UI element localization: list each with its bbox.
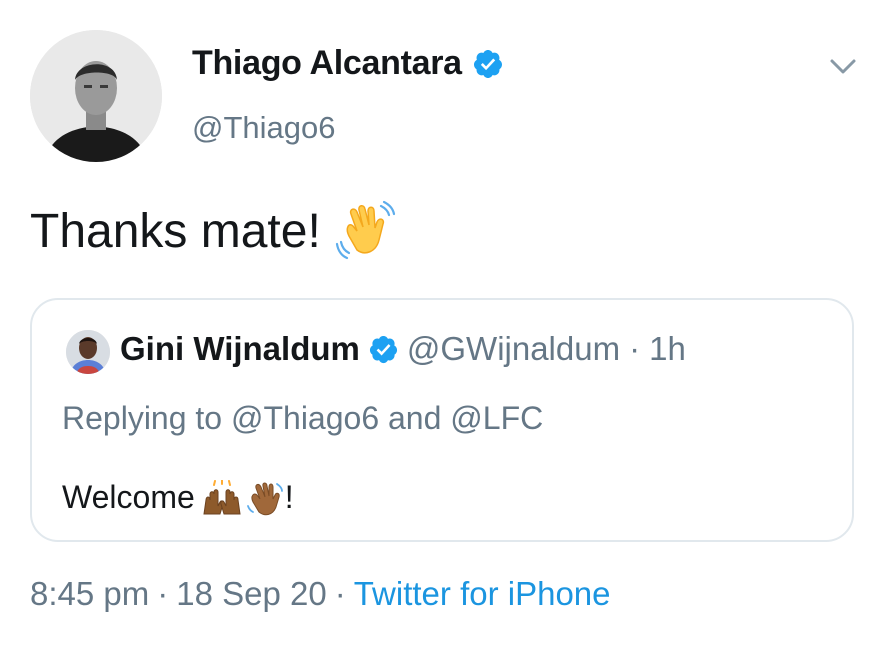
quoted-tweet-card[interactable]: Gini Wijnaldum @GWijnaldum · 1h Replying… — [30, 298, 854, 542]
separator-dot: · — [629, 330, 641, 367]
tweet-meta: 8:45 pm · 18 Sep 20 · Twitter for iPhone — [30, 575, 611, 613]
reply-mention-lfc[interactable]: @LFC — [450, 400, 543, 436]
verified-badge-icon — [473, 49, 502, 78]
replying-to-label: Replying to — [62, 400, 223, 436]
replying-to-line: Replying to @Thiago6 and @LFC — [62, 400, 543, 437]
verified-badge-icon — [369, 335, 397, 363]
quote-text: Welcome — [62, 479, 195, 515]
raised-hands-emoji-icon — [203, 479, 241, 514]
tweet-date[interactable]: 18 Sep 20 — [176, 575, 326, 612]
author-avatar-image — [30, 30, 162, 162]
tweet-text-row: Thanks mate! — [30, 200, 397, 262]
quote-text-row: Welcome ! — [62, 479, 294, 516]
author-name[interactable]: Thiago Alcantara — [192, 44, 462, 83]
quote-timestamp[interactable]: 1h — [649, 330, 686, 368]
reply-and-label: and — [388, 400, 442, 436]
tweet-time[interactable]: 8:45 pm — [30, 575, 149, 612]
quote-header: Gini Wijnaldum @GWijnaldum · 1h — [120, 330, 686, 368]
author-handle[interactable]: @Thiago6 — [192, 110, 336, 146]
quote-author-avatar[interactable] — [66, 330, 110, 374]
tweet-detail: Thiago Alcantara @Thiago6 Thanks mate! G… — [0, 0, 871, 646]
author-name-row[interactable]: Thiago Alcantara — [192, 44, 504, 83]
quote-author-handle[interactable]: @GWijnaldum — [407, 330, 620, 368]
quote-author-avatar-image — [66, 330, 110, 374]
tweet-source-link[interactable]: Twitter for iPhone — [354, 575, 611, 612]
tweet-text: Thanks mate! — [30, 204, 321, 258]
waving-hand-dark-emoji-icon — [246, 482, 283, 515]
separator-dot: · — [334, 575, 346, 612]
separator-dot: · — [157, 575, 169, 612]
author-avatar[interactable] — [30, 30, 162, 162]
quote-author-name[interactable]: Gini Wijnaldum — [120, 330, 360, 368]
reply-mention-thiago[interactable]: @Thiago6 — [231, 400, 379, 436]
quote-text-suffix: ! — [284, 479, 294, 515]
chevron-down-icon[interactable] — [826, 52, 860, 82]
waving-hand-emoji-icon — [335, 200, 395, 260]
